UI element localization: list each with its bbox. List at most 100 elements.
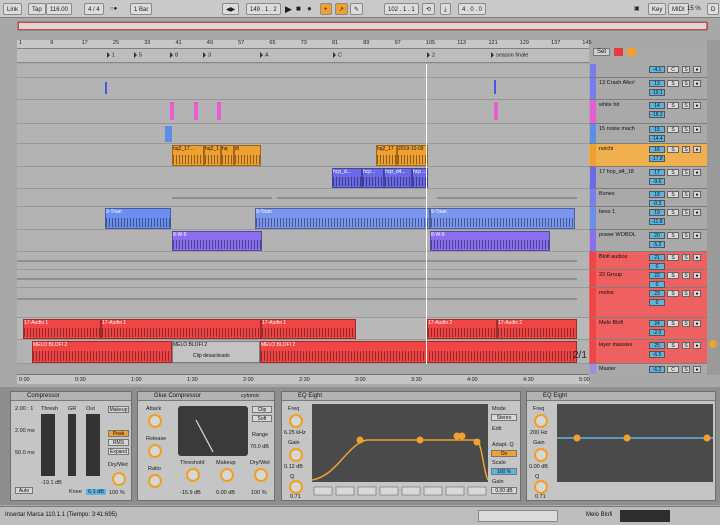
lane-crash[interactable] xyxy=(17,78,589,100)
locator-lane[interactable]: 1 5 8 3 A C 2 season finale xyxy=(17,49,589,63)
track-pan[interactable]: S xyxy=(667,232,679,239)
output-gain-value[interactable]: 0.00 dB xyxy=(491,487,517,494)
gain-knob[interactable] xyxy=(289,448,303,462)
track-header[interactable]: Melo Blofi 24 S -2.0 S ● xyxy=(589,318,707,340)
loop-start-field[interactable]: 102 . 1 . 1 xyxy=(384,3,419,15)
track-pan[interactable]: S xyxy=(667,146,679,153)
key-button[interactable]: Key xyxy=(648,3,667,15)
attack-knob[interactable] xyxy=(148,414,162,428)
arm-button[interactable]: ● xyxy=(693,102,701,109)
eq-display[interactable] xyxy=(311,404,489,482)
freq-knob[interactable] xyxy=(289,414,303,428)
clip-hcp-2[interactable]: hcp... xyxy=(362,168,384,188)
lane-blofi-audios[interactable] xyxy=(17,252,589,270)
locator-marker[interactable]: 8 xyxy=(170,52,178,58)
track-pan[interactable]: S xyxy=(667,254,679,261)
track-header[interactable]: layer massive 25 S -6.5 S ● xyxy=(589,340,707,364)
gain-value[interactable]: 0.00 dB xyxy=(529,464,548,470)
track-number[interactable]: 25 xyxy=(649,342,665,349)
knee-value[interactable]: 6.1 dB xyxy=(86,489,106,495)
solo-button[interactable]: S xyxy=(682,272,690,279)
solo-button[interactable]: S xyxy=(682,366,690,373)
device-view-toggle[interactable] xyxy=(620,510,670,522)
arm-button[interactable]: ● xyxy=(693,272,701,279)
automation-arm-icon[interactable]: ↗ xyxy=(335,3,349,15)
track-pan[interactable]: C xyxy=(667,66,679,73)
loop-length-field[interactable]: 4 . 0 . 0 xyxy=(458,3,487,15)
lane-1[interactable] xyxy=(17,64,589,78)
track-number[interactable]: 21 xyxy=(649,254,665,261)
clip-audio1-b[interactable]: 17-Audio 1 xyxy=(101,319,261,339)
track-header[interactable]: bess 1 19 S -11.8 S ● xyxy=(589,207,707,230)
clip-bess-3[interactable]: 9-Trian xyxy=(430,208,575,229)
position-field[interactable]: 149 . 1 . 2 xyxy=(246,3,281,15)
clip-bess-2[interactable]: 9-Trian xyxy=(255,208,430,229)
tempo-field[interactable]: 116.00 xyxy=(46,3,72,15)
lane-melos[interactable] xyxy=(17,288,589,318)
track-pan[interactable]: S xyxy=(667,209,679,216)
makeup-value[interactable]: 0.00 dB xyxy=(216,490,235,496)
solo-button[interactable]: S xyxy=(682,80,690,87)
makeup-button[interactable]: Makeup xyxy=(108,406,129,413)
link-button[interactable]: Link xyxy=(3,3,23,15)
lane-melo-blofi[interactable]: 17-Audio 1 17-Audio 1 17-Audio 1 17-Audi… xyxy=(17,318,589,340)
track-header[interactable]: power WOBOL 20 S -5.2 S ● xyxy=(589,230,707,252)
lane-white-hit[interactable] xyxy=(17,100,589,124)
key-map-icon[interactable]: ▣ xyxy=(634,3,640,15)
lane-22-group[interactable] xyxy=(17,270,589,288)
arm-button[interactable]: ● xyxy=(693,254,701,261)
band-selector[interactable] xyxy=(312,485,488,499)
eq-display[interactable] xyxy=(557,404,713,482)
locator-marker[interactable]: 5 xyxy=(134,52,142,58)
solo-button[interactable]: S xyxy=(682,102,690,109)
track-pan[interactable]: C xyxy=(667,366,679,373)
lane-bess[interactable]: 9-Trian 9-Trian 9-Trian xyxy=(17,207,589,230)
clip-noichi-3[interactable]: hq xyxy=(221,145,234,166)
track-number[interactable]: -6.2 xyxy=(649,366,665,373)
thresh-meter[interactable] xyxy=(41,414,55,476)
loop-toggle-icon[interactable]: ⟲ xyxy=(422,3,436,15)
track-header[interactable]: 15 noise mach 15 S -14.4 S ● xyxy=(589,124,707,144)
track-pan[interactable]: S xyxy=(667,126,679,133)
q-value[interactable]: 0.71 xyxy=(290,494,301,500)
track-pan[interactable]: S xyxy=(667,80,679,87)
eq-eight-device-2[interactable]: EQ Eight Freq 200 Hz Gain 0.00 dB Q 0.71 xyxy=(526,391,716,501)
solo-button[interactable]: S xyxy=(682,191,690,198)
threshold-knob[interactable] xyxy=(186,468,200,482)
tap-button[interactable]: Tap xyxy=(28,3,46,15)
q-value[interactable]: 0.71 xyxy=(535,494,546,500)
out-meter[interactable] xyxy=(86,414,100,476)
draw-icon[interactable] xyxy=(627,48,636,56)
clip-audio1-c[interactable]: 17-Audio 1 xyxy=(261,319,356,339)
soft-button[interactable]: Soft xyxy=(252,415,272,422)
track-number[interactable]: 22 xyxy=(649,272,665,279)
solo-button[interactable]: S xyxy=(682,290,690,297)
solo-button[interactable]: S xyxy=(682,342,690,349)
punch-icon[interactable]: ⤓ xyxy=(440,3,451,15)
threshold-value[interactable]: -15.9 dB xyxy=(180,490,201,496)
arm-button[interactable]: ● xyxy=(693,66,701,73)
arm-button[interactable]: ● xyxy=(693,342,701,349)
track-volume[interactable]: -5.2 xyxy=(649,241,665,248)
draw-mode-icon[interactable]: ✎ xyxy=(350,3,364,15)
set-button[interactable]: Set xyxy=(593,48,611,56)
arm-button[interactable]: ● xyxy=(693,80,701,87)
track-number[interactable]: 18 xyxy=(649,191,665,198)
arm-button[interactable]: ● xyxy=(693,146,701,153)
track-pan[interactable]: S xyxy=(667,320,679,327)
drywet-value[interactable]: 100 % xyxy=(109,490,125,496)
track-volume[interactable]: -19.1 xyxy=(649,89,665,96)
freq-knob[interactable] xyxy=(534,414,548,428)
track-pan[interactable]: S xyxy=(667,342,679,349)
follow-button[interactable]: ◀▶ xyxy=(222,3,240,15)
solo-button[interactable]: S xyxy=(682,66,690,73)
arm-button[interactable]: ● xyxy=(693,126,701,133)
ratio-knob[interactable] xyxy=(148,474,162,488)
track-number[interactable]: 13 xyxy=(649,80,665,87)
clip-melo-disabled[interactable]: MELO BLOFI 2 Clip desactivado xyxy=(172,341,260,363)
overdub-icon[interactable]: + xyxy=(320,3,332,15)
track-pan[interactable]: S xyxy=(667,169,679,176)
clip-wobol-2[interactable]: 8-W-9 xyxy=(430,231,550,251)
release-knob[interactable] xyxy=(148,444,162,458)
track-volume[interactable]: 0 xyxy=(649,281,665,288)
